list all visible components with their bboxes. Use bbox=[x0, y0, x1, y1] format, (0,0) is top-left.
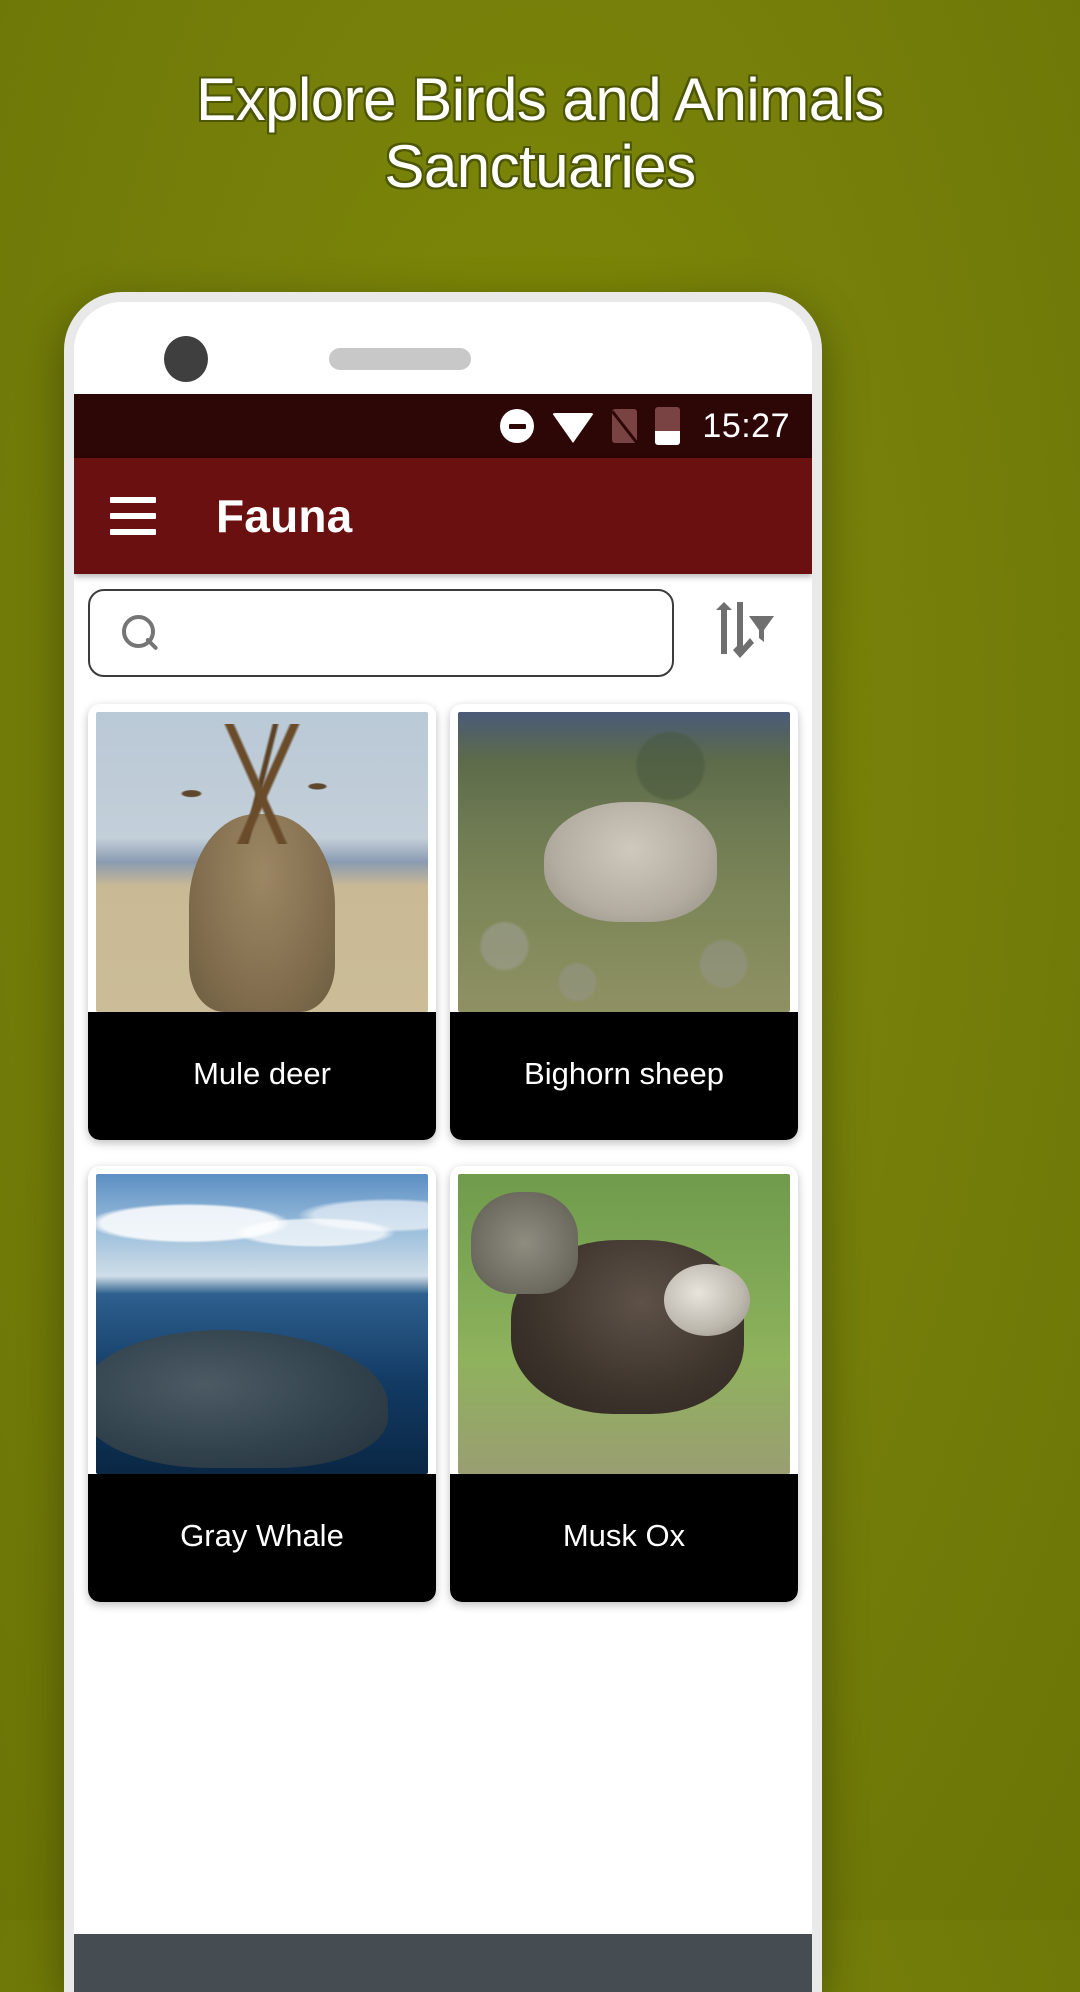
rock-shape bbox=[471, 1192, 578, 1294]
sim-off-icon bbox=[612, 409, 638, 443]
animal-card[interactable]: Gray Whale bbox=[88, 1166, 436, 1602]
search-box[interactable] bbox=[88, 589, 674, 677]
sort-filter-icon bbox=[716, 602, 774, 658]
animal-card[interactable]: Musk Ox bbox=[450, 1166, 798, 1602]
animal-card[interactable]: Bighorn sheep bbox=[450, 704, 798, 1140]
wifi-icon bbox=[552, 413, 595, 443]
status-bar-clock: 15:27 bbox=[702, 406, 790, 445]
search-input[interactable] bbox=[178, 614, 672, 652]
phone-bezel-top bbox=[74, 302, 812, 394]
app-bar-title: Fauna bbox=[216, 490, 353, 542]
front-camera-icon bbox=[164, 336, 208, 382]
hamburger-menu-icon[interactable] bbox=[110, 497, 156, 535]
promo-headline-line-1: Explore Birds and Animals bbox=[196, 66, 884, 133]
musk-ox-photo bbox=[458, 1174, 790, 1474]
system-navigation-bar bbox=[74, 1934, 812, 1992]
animal-card-label: Musk Ox bbox=[450, 1474, 798, 1602]
animal-card-label: Gray Whale bbox=[88, 1474, 436, 1602]
animal-grid: Mule deer Bighorn sheep Gray Whale Musk … bbox=[88, 704, 798, 1602]
bighorn-sheep-photo bbox=[458, 712, 790, 1012]
promo-headline: Explore Birds and Animals Sanctuaries bbox=[0, 66, 1080, 200]
app-bar: Fauna bbox=[74, 458, 812, 574]
animal-card[interactable]: Mule deer bbox=[88, 704, 436, 1140]
animal-grid-container: Mule deer Bighorn sheep Gray Whale Musk … bbox=[74, 692, 812, 1992]
search-icon bbox=[120, 613, 160, 653]
battery-low-icon bbox=[655, 407, 681, 445]
gray-whale-photo bbox=[96, 1174, 428, 1474]
mule-deer-photo bbox=[96, 712, 428, 1012]
status-bar: 15:27 bbox=[74, 394, 812, 458]
animal-card-label: Bighorn sheep bbox=[450, 1012, 798, 1140]
earpiece-speaker-icon bbox=[329, 348, 471, 370]
promo-headline-line-2: Sanctuaries bbox=[384, 133, 696, 201]
search-row bbox=[74, 574, 812, 692]
animal-card-label: Mule deer bbox=[88, 1012, 436, 1140]
sort-filter-button[interactable] bbox=[680, 589, 798, 677]
do-not-disturb-icon bbox=[500, 409, 535, 443]
phone-mockup: 15:27 Fauna Mule deer Bighorn sheep Gray… bbox=[64, 292, 822, 1992]
status-bar-icons bbox=[500, 407, 681, 445]
phone-screen: 15:27 Fauna Mule deer Bighorn sheep Gray… bbox=[74, 302, 812, 1992]
